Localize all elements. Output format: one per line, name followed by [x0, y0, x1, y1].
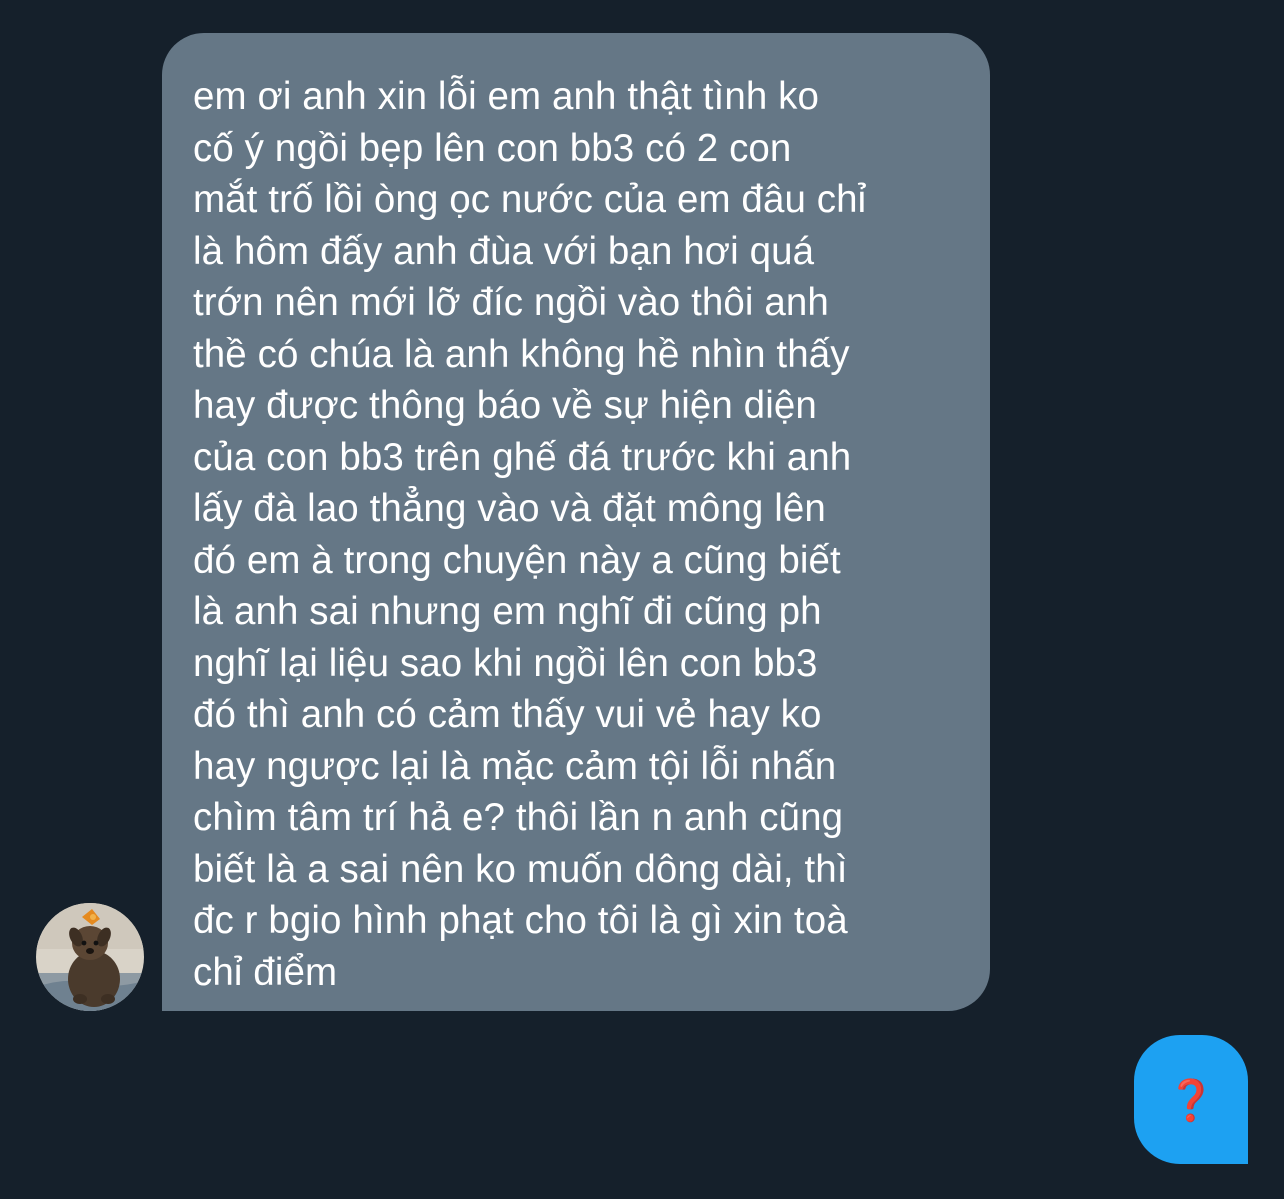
message-line: của con bb3 trên ghế đá trước khi anh — [193, 435, 852, 479]
message-line: hay ngược lại là mặc cảm tội lỗi nhấn — [193, 744, 837, 788]
message-line: em ơi anh xin lỗi em anh thật tình ko — [193, 75, 820, 118]
sender-avatar[interactable] — [36, 903, 144, 1011]
message-line: đc r bgio hình phạt cho tôi là gì xin to… — [193, 899, 848, 942]
sent-message-bubble[interactable]: ❓ — [1134, 1035, 1248, 1164]
message-line: biết là a sai nên ko muốn dông dài, thì — [193, 847, 848, 891]
message-line: chìm tâm trí hả e? thôi lần n anh cũng — [193, 796, 844, 839]
dog-avatar-photo-icon — [36, 903, 144, 1011]
message-line: chỉ điểm — [193, 950, 338, 994]
message-line: mắt trố lồi òng ọc nước của em đâu chỉ — [193, 178, 867, 221]
message-line: là anh sai nhưng em nghĩ đi cũng ph — [193, 590, 822, 633]
received-message-bubble[interactable]: em ơi anh xin lỗi em anh thật tình ko cố… — [162, 33, 990, 1011]
message-line: thề có chúa là anh không hề nhìn thấy — [193, 332, 850, 376]
message-line: là hôm đấy anh đùa với bạn hơi quá — [193, 229, 815, 273]
message-line: lấy đà lao thẳng vào và đặt mông lên — [193, 487, 826, 530]
message-line: hay được thông báo về sự hiện diện — [193, 384, 817, 427]
message-thread: em ơi anh xin lỗi em anh thật tình ko cố… — [0, 0, 1284, 1199]
message-line: đó em à trong chuyện này a cũng biết — [193, 538, 841, 582]
message-line: trớn nên mới lỡ đíc ngồi vào thôi anh — [193, 281, 829, 324]
message-line: đó thì anh có cảm thấy vui vẻ hay ko — [193, 693, 822, 736]
message-line: cố ý ngồi bẹp lên con bb3 có 2 con — [193, 126, 792, 170]
message-line: nghĩ lại liệu sao khi ngồi lên con bb3 — [193, 641, 818, 685]
sent-message-text: ❓ — [1166, 1077, 1216, 1124]
